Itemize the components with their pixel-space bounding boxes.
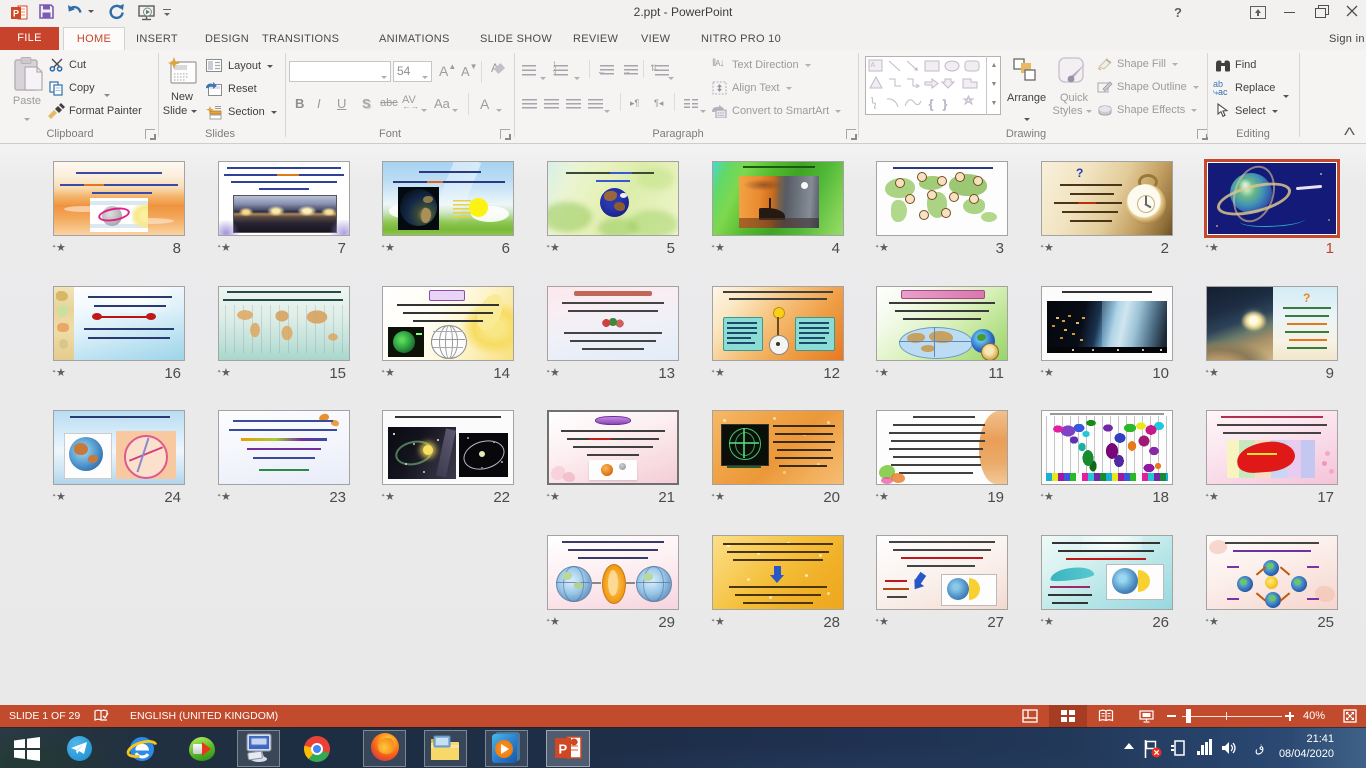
svg-text:{: { bbox=[929, 97, 933, 111]
svg-text:P: P bbox=[559, 742, 568, 757]
svg-text:}: } bbox=[943, 97, 947, 111]
svg-text:A: A bbox=[871, 62, 876, 69]
